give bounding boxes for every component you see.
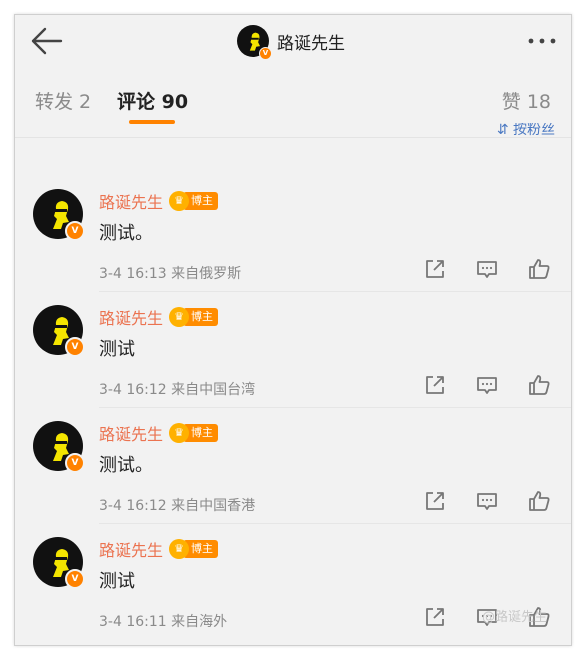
like-icon — [529, 491, 550, 511]
divider — [99, 523, 571, 524]
name-row: 路诞先生 ♛ 博主 — [99, 189, 219, 213]
weibo-comment-screen: V 路诞先生 转发 2 评论 90 赞 18 ⇵ 按粉丝 V 路诞先生 ♛ 博主… — [14, 14, 572, 646]
top-bar: V 路诞先生 — [15, 15, 571, 67]
comment-text: 测试。 — [99, 223, 153, 244]
author-badge: ♛ 博主 — [169, 423, 219, 443]
verified-icon: V — [65, 337, 85, 357]
active-tab-indicator — [129, 120, 175, 124]
divider — [99, 291, 571, 292]
comment-text: 测试 — [99, 571, 135, 592]
share-button[interactable] — [423, 257, 447, 281]
crown-icon: ♛ — [169, 307, 190, 327]
comment-icon — [477, 377, 497, 394]
comment-meta: 3-4 16:12 来自中国香港 — [99, 498, 256, 514]
like-icon — [529, 259, 550, 279]
tab-bar: 转发 2 评论 90 赞 18 — [15, 77, 571, 138]
comment-icon — [477, 261, 497, 278]
avatar[interactable]: V — [33, 421, 85, 473]
verified-icon: V — [259, 47, 272, 60]
author-badge: ♛ 博主 — [169, 307, 219, 327]
verified-icon: V — [65, 221, 85, 241]
name-row: 路诞先生 ♛ 博主 — [99, 537, 219, 561]
avatar[interactable]: V — [33, 189, 85, 241]
like-button[interactable] — [527, 257, 551, 281]
reply-button[interactable] — [475, 257, 499, 281]
comment-item: V 路诞先生 ♛ 博主 测试 3-4 16:12 来自中国台湾 — [15, 291, 571, 407]
username-link[interactable]: 路诞先生 — [99, 537, 163, 561]
reply-button[interactable] — [475, 373, 499, 397]
comment-item: V 路诞先生 ♛ 博主 测试。 3-4 16:12 来自中国香港 — [15, 407, 571, 523]
comment-item: V 路诞先生 ♛ 博主 测试。 3-4 16:13 来自俄罗斯 — [15, 175, 571, 291]
author-badge: ♛ 博主 — [169, 191, 219, 211]
comment-meta: 3-4 16:11 来自海外 — [99, 614, 228, 630]
author-badge: ♛ 博主 — [169, 539, 219, 559]
username-link[interactable]: 路诞先生 — [99, 305, 163, 329]
comment-text: 测试。 — [99, 455, 153, 476]
back-button[interactable] — [29, 25, 63, 57]
name-row: 路诞先生 ♛ 博主 — [99, 305, 219, 329]
share-icon — [426, 260, 444, 278]
header-avatar[interactable]: V — [237, 25, 272, 60]
crown-icon: ♛ — [169, 423, 190, 443]
reply-button[interactable] — [475, 489, 499, 513]
page-title: 路诞先生 — [277, 33, 345, 54]
comment-text: 测试 — [99, 339, 135, 360]
username-link[interactable]: 路诞先生 — [99, 189, 163, 213]
avatar[interactable]: V — [33, 305, 85, 357]
sort-swap-icon: ⇵ — [496, 123, 513, 137]
comment-meta: 3-4 16:12 来自中国台湾 — [99, 382, 256, 398]
crown-icon: ♛ — [169, 191, 190, 211]
name-row: 路诞先生 ♛ 博主 — [99, 421, 219, 445]
share-icon — [426, 376, 444, 394]
divider — [99, 407, 571, 408]
like-icon — [529, 375, 550, 395]
tab-repost[interactable]: 转发 2 — [35, 87, 91, 114]
share-icon — [426, 492, 444, 510]
sort-toggle[interactable]: ⇵ 按粉丝 — [497, 123, 555, 137]
verified-icon: V — [65, 453, 85, 473]
header-title-wrap[interactable]: V 路诞先生 — [237, 23, 345, 60]
back-arrow-icon — [31, 27, 63, 55]
share-button[interactable] — [423, 373, 447, 397]
like-button[interactable] — [527, 489, 551, 513]
sort-label: 按粉丝 — [513, 123, 555, 137]
username-link[interactable]: 路诞先生 — [99, 421, 163, 445]
more-icon — [528, 38, 556, 44]
verified-icon: V — [65, 569, 85, 589]
like-button[interactable] — [527, 373, 551, 397]
crown-icon: ♛ — [169, 539, 190, 559]
avatar[interactable]: V — [33, 537, 85, 589]
share-button[interactable] — [423, 489, 447, 513]
comment-meta: 3-4 16:13 来自俄罗斯 — [99, 266, 242, 282]
share-icon — [426, 608, 444, 626]
watermark: @路诞先生 — [481, 610, 547, 625]
comment-icon — [477, 493, 497, 510]
tab-likes[interactable]: 赞 18 — [502, 87, 551, 114]
tab-comments[interactable]: 评论 90 — [117, 87, 188, 114]
share-button[interactable] — [423, 605, 447, 629]
more-button[interactable] — [527, 31, 557, 51]
